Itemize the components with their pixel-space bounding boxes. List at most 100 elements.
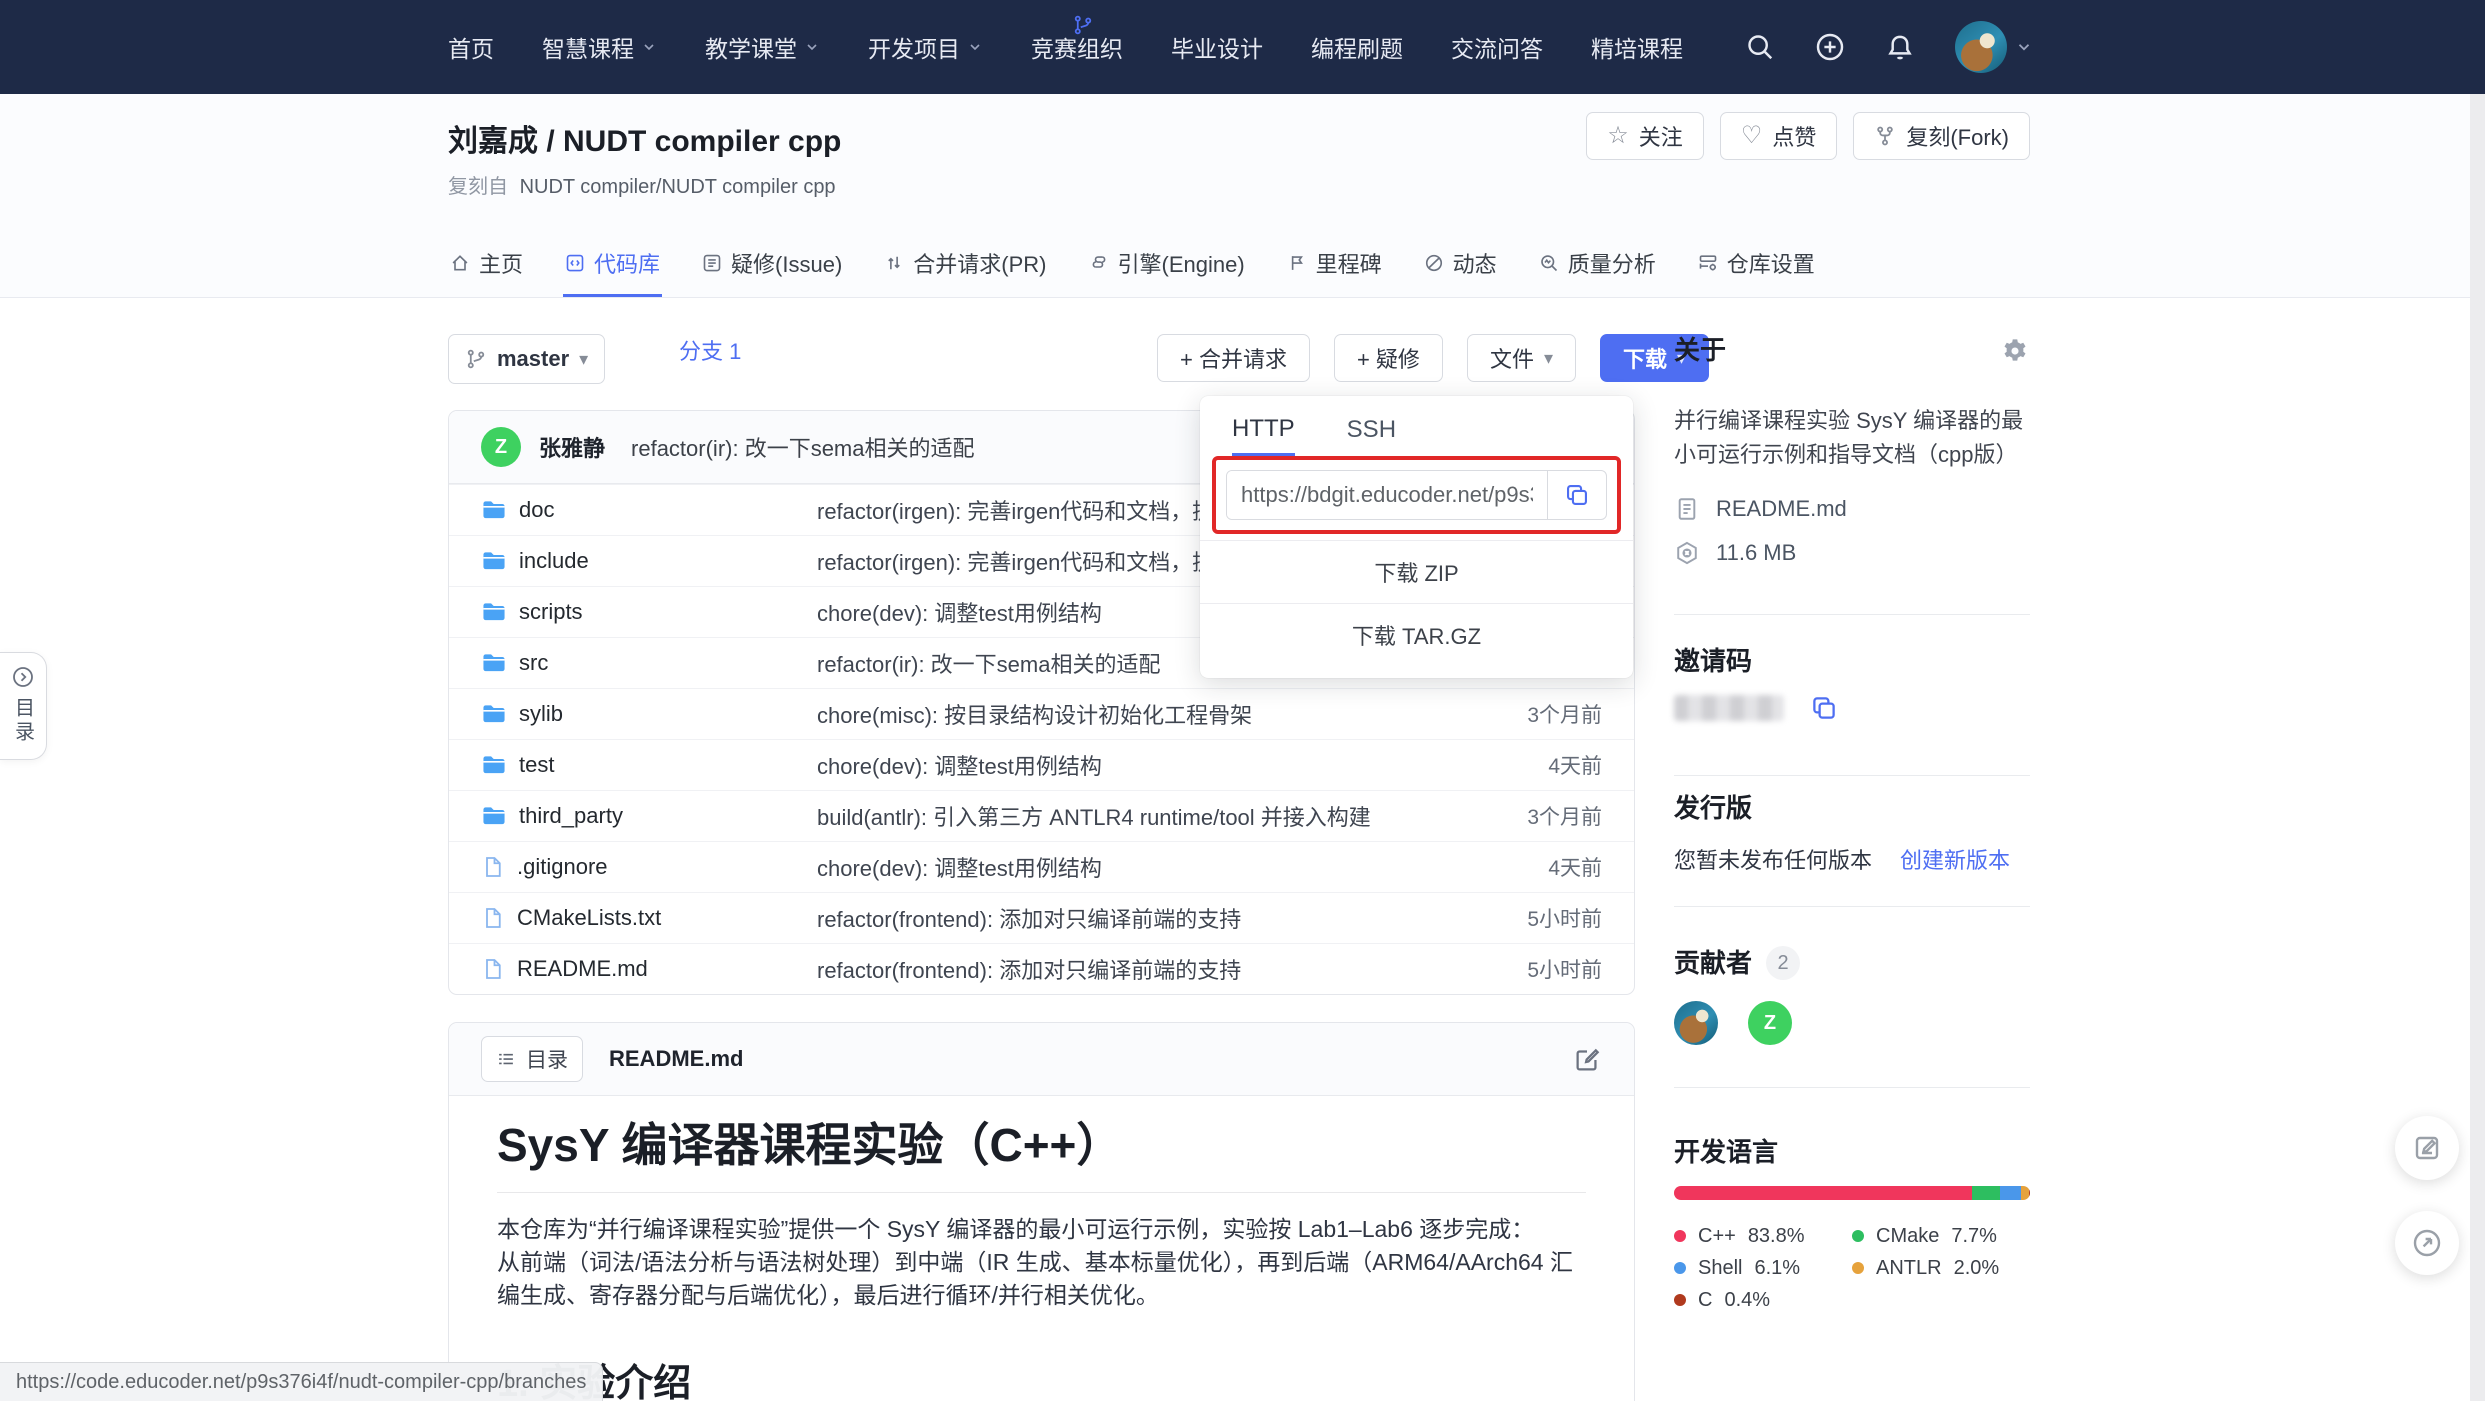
tab-milestones[interactable]: 里程碑 [1285, 247, 1384, 297]
table-row[interactable]: README.md refactor(frontend): 添加对只编译前端的支… [449, 943, 1634, 994]
nav-item-premium-courses[interactable]: 精培课程 [1591, 30, 1683, 64]
table-row[interactable]: test chore(dev): 调整test用例结构 4天前 [449, 739, 1634, 790]
tab-http[interactable]: HTTP [1232, 405, 1295, 456]
nav-item-teaching[interactable]: 教学课堂 [705, 30, 820, 64]
user-menu[interactable] [1955, 21, 2033, 73]
file-commit-message[interactable]: refactor(frontend): 添加对只编译前端的支持 [817, 953, 1432, 985]
table-row[interactable]: .gitignore chore(dev): 调整test用例结构 4天前 [449, 841, 1634, 892]
commit-message[interactable]: refactor(ir): 改一下sema相关的适配 [631, 431, 974, 463]
file-name[interactable]: CMakeLists.txt [517, 905, 661, 931]
legend-dot [1674, 1294, 1686, 1306]
invite-code-blurred [1674, 695, 1784, 721]
nav-item-label: 交流问答 [1451, 30, 1543, 64]
search-icon[interactable] [1745, 32, 1775, 62]
download-zip-item[interactable]: 下载 ZIP [1200, 540, 1633, 603]
user-avatar[interactable] [1955, 21, 2007, 73]
contributor-avatar[interactable]: Z [1748, 1001, 1792, 1045]
tab-ssh[interactable]: SSH [1347, 406, 1396, 454]
file-name[interactable]: test [519, 752, 554, 778]
sidebar: 关于 并行编译课程实验 SysY 编译器的最小可运行示例和指导文档（cpp版） … [1674, 332, 2030, 1310]
file-commit-time: 5小时前 [1432, 903, 1602, 933]
gear-icon[interactable] [2000, 336, 2030, 366]
tab-code[interactable]: 代码库 [563, 247, 662, 297]
table-row[interactable]: sylib chore(misc): 按目录结构设计初始化工程骨架 3个月前 [449, 688, 1634, 739]
download-label: 下载 [1623, 342, 1667, 374]
toolbar-actions: + 合并请求 + 疑修 文件▾ 下载▾ [1157, 334, 1709, 382]
edit-icon[interactable] [1572, 1044, 1602, 1074]
watch-button[interactable]: ☆ 关注 [1586, 112, 1704, 160]
contributor-avatar[interactable] [1674, 1001, 1718, 1045]
toc-side-tab[interactable]: 目录 [0, 652, 47, 760]
file-commit-message[interactable]: chore(dev): 调整test用例结构 [817, 851, 1432, 883]
readme-section-heading: 1. 实验介绍 [497, 1360, 1586, 1401]
fork-button[interactable]: 复刻(Fork) [1853, 112, 2030, 160]
download-targz-item[interactable]: 下载 TAR.GZ [1200, 603, 1633, 666]
readme-title: SysY 编译器课程实验（C++） [497, 1116, 1586, 1174]
file-name[interactable]: README.md [517, 956, 648, 982]
file-name[interactable]: third_party [519, 803, 623, 829]
language-bar-segment [1972, 1186, 1999, 1200]
file-commit-message[interactable]: build(antlr): 引入第三方 ANTLR4 runtime/tool … [817, 800, 1432, 832]
legend-dot [1852, 1262, 1864, 1274]
table-row[interactable]: third_party build(antlr): 引入第三方 ANTLR4 r… [449, 790, 1634, 841]
scrollbar[interactable] [2470, 94, 2485, 1401]
nav-item-coding-practice[interactable]: 编程刷题 [1311, 30, 1403, 64]
table-row[interactable]: CMakeLists.txt refactor(frontend): 添加对只编… [449, 892, 1634, 943]
share-button[interactable] [2395, 1211, 2459, 1275]
tab-settings[interactable]: 仓库设置 [1696, 247, 1817, 297]
fork-icon [1874, 125, 1896, 147]
activity-icon [1424, 253, 1444, 273]
file-commit-message[interactable]: refactor(frontend): 添加对只编译前端的支持 [817, 902, 1432, 934]
branch-selector[interactable]: master ▾ [448, 334, 605, 384]
file-name[interactable]: include [519, 548, 589, 574]
legend-pct: 6.1% [1754, 1257, 1800, 1280]
nav-item-graduation[interactable]: 毕业设计 [1171, 30, 1263, 64]
copy-icon[interactable] [1810, 694, 1838, 722]
plus-circle-icon[interactable] [1815, 32, 1845, 62]
tab-engine[interactable]: 引擎(Engine) [1087, 247, 1247, 297]
clone-url-input[interactable] [1227, 471, 1547, 519]
bell-icon[interactable] [1885, 32, 1915, 62]
file-name[interactable]: scripts [519, 599, 583, 625]
folder-icon [481, 752, 507, 778]
divider [1674, 775, 2030, 776]
commit-author-name[interactable]: 张雅静 [539, 431, 605, 463]
new-pr-label: + 合并请求 [1180, 342, 1287, 374]
legend-item: C0.4% [1674, 1290, 1852, 1310]
language-bar [1674, 1186, 2030, 1200]
forked-from-repo[interactable]: NUDT compiler/NUDT compiler cpp [520, 176, 836, 198]
file-name[interactable]: .gitignore [517, 854, 608, 880]
nav-item-label: 精培课程 [1591, 30, 1683, 64]
readme-paragraph: 本仓库为“并行编译课程实验”提供一个 SysY 编译器的最小可运行示例，实验按 … [497, 1213, 1586, 1312]
tab-quality[interactable]: 质量分析 [1537, 247, 1658, 297]
file-commit-message[interactable]: chore(misc): 按目录结构设计初始化工程骨架 [817, 698, 1432, 730]
tab-home[interactable]: 主页 [448, 247, 525, 297]
tab-issues[interactable]: 疑修(Issue) [700, 247, 844, 297]
nav-item-qa[interactable]: 交流问答 [1451, 30, 1543, 64]
files-button[interactable]: 文件▾ [1467, 334, 1576, 382]
like-label: 点赞 [1772, 120, 1816, 152]
new-issue-button[interactable]: + 疑修 [1334, 334, 1443, 382]
toc-button[interactable]: 目录 [481, 1036, 583, 1082]
branches-count[interactable]: 分支 1 [1072, 9, 1165, 41]
feedback-button[interactable] [2395, 1116, 2459, 1180]
copy-url-button[interactable] [1547, 471, 1606, 519]
file-icon [481, 906, 505, 930]
commit-author-avatar[interactable]: Z [481, 427, 521, 467]
file-name[interactable]: doc [519, 497, 554, 523]
tab-activity[interactable]: 动态 [1422, 247, 1499, 297]
file-name[interactable]: sylib [519, 701, 563, 727]
tab-pull-requests[interactable]: 合并请求(PR) [882, 247, 1048, 297]
like-button[interactable]: ♡ 点赞 [1720, 112, 1838, 160]
nav-item-home[interactable]: 首页 [448, 30, 494, 64]
file-commit-message[interactable]: chore(dev): 调整test用例结构 [817, 749, 1432, 781]
readme-link-row[interactable]: README.md [1674, 494, 2030, 524]
new-pr-button[interactable]: + 合并请求 [1157, 334, 1310, 382]
readme-link[interactable]: README.md [1716, 496, 1847, 522]
file-name[interactable]: src [519, 650, 548, 676]
create-release-link[interactable]: 创建新版本 [1900, 843, 2010, 875]
branch-icon [1072, 14, 1094, 36]
nav-item-dev-projects[interactable]: 开发项目 [868, 30, 983, 64]
nav-item-smart-courses[interactable]: 智慧课程 [542, 30, 657, 64]
language-bar-segment [2021, 1186, 2028, 1200]
